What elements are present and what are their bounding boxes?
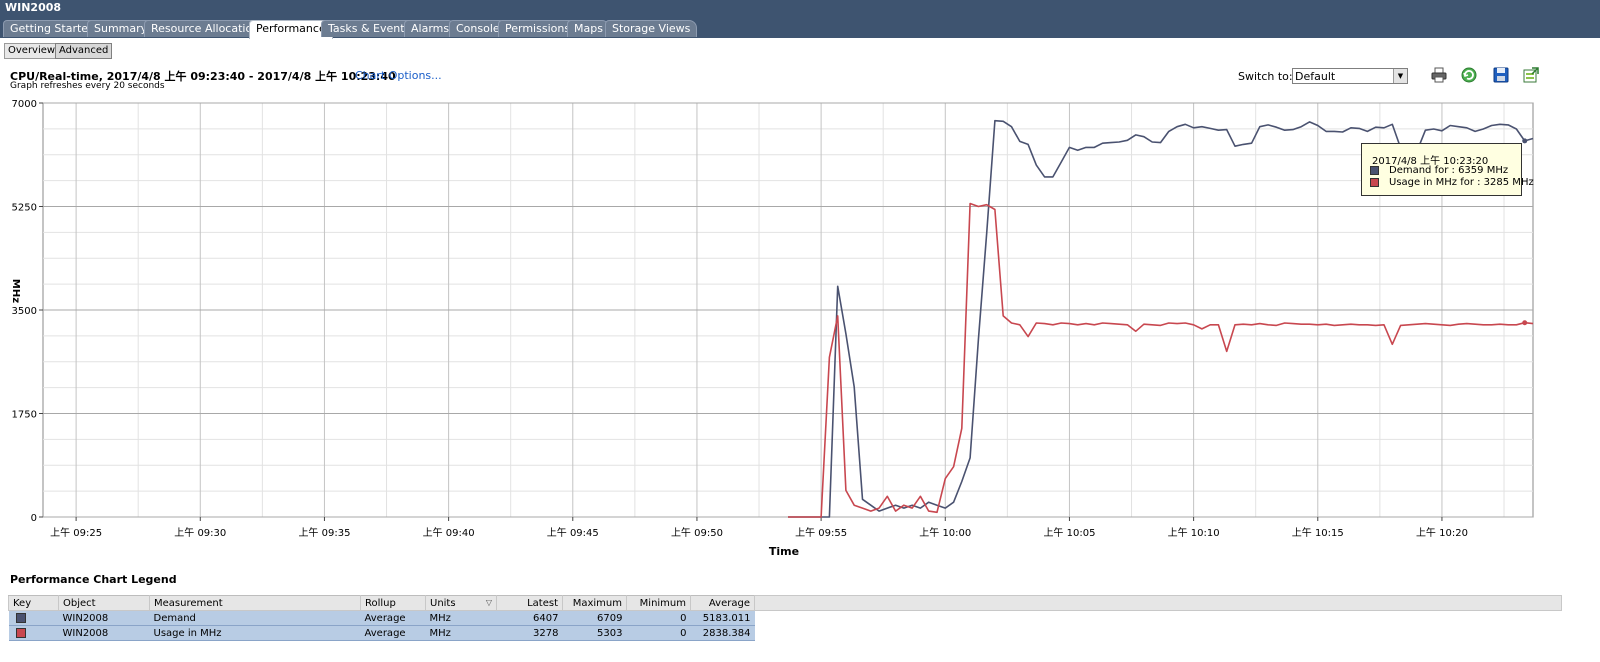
legend-header-filler: [754, 595, 1562, 611]
save-icon[interactable]: [1492, 66, 1510, 84]
legend-units: MHz: [425, 625, 497, 641]
legend-row-demand[interactable]: WIN2008 Demand Average MHz 6407 6709 0 5…: [8, 610, 755, 626]
chart-tooltip: 2017/4/8 上午 10:23:20 Demand for : 6359 M…: [1361, 143, 1534, 196]
legend-rollup: Average: [360, 625, 426, 641]
legend-rollup: Average: [360, 610, 426, 626]
x-tick-label: 上午 09:55: [795, 526, 847, 539]
refresh-icon[interactable]: [1460, 66, 1478, 84]
col-minimum[interactable]: Minimum: [626, 595, 691, 611]
chart-options-link[interactable]: Chart Options...: [355, 69, 442, 82]
legend-key: [8, 610, 59, 626]
legend-object: WIN2008: [58, 610, 150, 626]
legend-minimum: 0: [626, 610, 691, 626]
legend-key: [8, 625, 59, 641]
col-key[interactable]: Key: [8, 595, 59, 611]
window-title: WIN2008: [5, 1, 62, 14]
tab-storage-views[interactable]: Storage Views: [605, 20, 698, 37]
hover-marker-demand: [1522, 138, 1528, 144]
legend-table: Key Object Measurement Rollup Units ▽ Lat…: [8, 595, 755, 641]
tooltip-demand-swatch: [1370, 165, 1379, 175]
tooltip-usage-swatch: [1370, 177, 1379, 187]
hover-marker-usage: [1522, 320, 1528, 326]
legend-header-row: Key Object Measurement Rollup Units ▽ Lat…: [8, 595, 755, 611]
tab-maps[interactable]: Maps: [567, 20, 610, 37]
tooltip-demand-text: Demand for : 6359 MHz: [1389, 165, 1509, 176]
legend-measurement: Usage in MHz: [149, 625, 361, 641]
x-tick-label: 上午 10:00: [919, 526, 971, 539]
subtab-overview[interactable]: Overview: [4, 43, 60, 59]
legend-maximum: 6709: [562, 610, 627, 626]
y-tick-label: 3500: [12, 306, 37, 317]
legend-maximum: 5303: [562, 625, 627, 641]
tab-resource-allocation[interactable]: Resource Allocation: [144, 20, 267, 37]
dropdown-arrow-icon[interactable]: ▼: [1393, 69, 1407, 83]
x-tick-label: 上午 09:40: [423, 526, 475, 539]
legend-latest: 3278: [496, 625, 563, 641]
legend-latest: 6407: [496, 610, 563, 626]
switch-to-value: Default: [1295, 70, 1336, 83]
x-tick-label: 上午 09:50: [671, 526, 723, 539]
col-average[interactable]: Average: [690, 595, 755, 611]
legend-measurement: Demand: [149, 610, 361, 626]
x-tick-label: 上午 09:25: [50, 526, 102, 539]
legend-minimum: 0: [626, 625, 691, 641]
y-tick-label: 7000: [12, 99, 37, 110]
tooltip-usage-row: Usage in MHz for : 3285 MHz: [1370, 177, 1534, 188]
tab-tasks-events[interactable]: Tasks & Events: [321, 20, 418, 37]
subtab-advanced[interactable]: Advanced: [55, 43, 113, 59]
x-axis-label: Time: [769, 545, 799, 558]
legend-units: MHz: [425, 610, 497, 626]
switch-to-label: Switch to:: [1238, 70, 1293, 83]
y-tick-label: 0: [31, 513, 37, 524]
refresh-note: Graph refreshes every 20 seconds: [10, 81, 165, 91]
switch-to-select[interactable]: Default ▼: [1292, 68, 1408, 84]
col-units-label: Units: [430, 597, 456, 609]
y-axis-label: MHz: [10, 279, 21, 303]
y-tick-label: 1750: [12, 410, 37, 421]
tab-permissions[interactable]: Permissions: [498, 20, 578, 37]
col-rollup[interactable]: Rollup: [360, 595, 426, 611]
col-measurement[interactable]: Measurement: [149, 595, 361, 611]
y-tick-label: 5250: [12, 203, 37, 214]
legend-swatch-usage: [15, 627, 26, 638]
x-tick-label: 上午 10:20: [1416, 526, 1468, 539]
col-latest[interactable]: Latest: [496, 595, 563, 611]
legend-swatch-demand: [15, 612, 26, 623]
tooltip-usage-text: Usage in MHz for : 3285 MHz: [1389, 177, 1534, 188]
export-icon[interactable]: [1522, 66, 1540, 84]
legend-average: 5183.011: [690, 610, 755, 626]
performance-chart: 0 1750 3500 5250 7000 上午 09:25 上午 09:30 上午 09:3…: [10, 99, 1534, 558]
x-tick-label: 上午 10:10: [1168, 526, 1220, 539]
col-units[interactable]: Units ▽: [425, 595, 497, 611]
x-tick-label: 上午 09:30: [174, 526, 226, 539]
sort-desc-icon: ▽: [485, 597, 492, 607]
print-icon[interactable]: [1430, 66, 1448, 84]
col-object[interactable]: Object: [58, 595, 150, 611]
legend-average: 2838.384: [690, 625, 755, 641]
legend-row-usage[interactable]: WIN2008 Usage in MHz Average MHz 3278 53…: [8, 625, 755, 641]
legend-title: Performance Chart Legend: [10, 573, 177, 586]
x-tick-label: 上午 09:45: [547, 526, 599, 539]
x-tick-label: 上午 09:35: [298, 526, 350, 539]
tooltip-demand-row: Demand for : 6359 MHz: [1370, 165, 1508, 176]
x-tick-label: 上午 10:15: [1292, 526, 1344, 539]
col-maximum[interactable]: Maximum: [562, 595, 627, 611]
x-tick-label: 上午 10:05: [1043, 526, 1095, 539]
legend-object: WIN2008: [58, 625, 150, 641]
